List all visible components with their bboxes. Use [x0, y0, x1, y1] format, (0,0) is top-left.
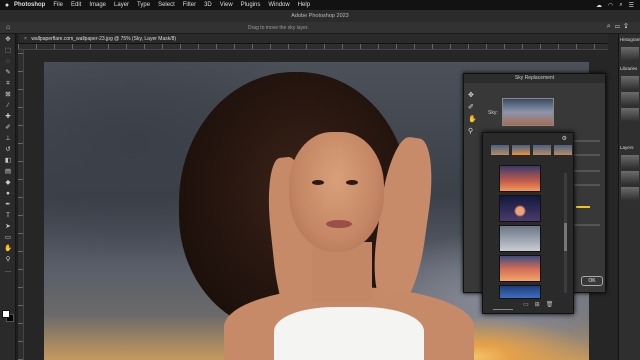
menu-3d[interactable]: 3D: [204, 2, 212, 8]
right-eye: [346, 180, 358, 185]
eraser-tool-icon[interactable]: ◧: [0, 155, 16, 166]
type-tool-icon[interactable]: T: [0, 210, 16, 221]
document-tab[interactable]: × wallpaperflare.com_wallpaper-23.jpg @ …: [18, 34, 608, 44]
zoom-tool-icon[interactable]: ⚲: [468, 126, 478, 138]
sky-label: Sky:: [488, 110, 498, 116]
document-tab-label: wallpaperflare.com_wallpaper-23.jpg @ 75…: [31, 36, 177, 42]
foreground-color-swatch[interactable]: [2, 310, 10, 318]
stamp-tool-icon[interactable]: ⊥: [0, 133, 16, 144]
menu-help[interactable]: Help: [298, 2, 310, 8]
trash-icon[interactable]: 🗑: [546, 302, 560, 308]
sky-category-row: [491, 145, 572, 155]
histogram-label[interactable]: Histogram: [619, 34, 640, 45]
menu-window[interactable]: Window: [268, 2, 289, 8]
home-icon[interactable]: ⌂: [6, 24, 10, 31]
sky-category-thumb[interactable]: [491, 145, 509, 155]
sky-preset-dropdown[interactable]: [502, 98, 554, 126]
wifi-icon[interactable]: ◠: [608, 2, 613, 9]
menu-plugins[interactable]: Plugins: [241, 2, 261, 8]
menu-layer[interactable]: Layer: [114, 2, 129, 8]
face: [289, 132, 384, 252]
shape-tool-icon[interactable]: ▭: [0, 232, 16, 243]
cloud-icon[interactable]: ☁: [596, 2, 602, 9]
menu-app[interactable]: Photoshop: [14, 2, 45, 8]
dialog-title: Sky Replacement: [464, 74, 605, 83]
path-select-tool-icon[interactable]: ➤: [0, 221, 16, 232]
library-item[interactable]: [621, 108, 639, 122]
lips: [326, 220, 352, 228]
eyedropper-tool-icon[interactable]: ⁄: [0, 100, 16, 111]
add-sky-icon[interactable]: ⊞: [535, 302, 546, 308]
move-tool-icon[interactable]: ✥: [0, 34, 16, 45]
left-eye: [312, 180, 324, 185]
pen-tool-icon[interactable]: ✒: [0, 199, 16, 210]
right-panels: Histogram Libraries Layers: [618, 34, 640, 360]
control-center-icon[interactable]: ☰: [629, 2, 634, 9]
crop-tool-icon[interactable]: ⌗: [0, 78, 16, 89]
gallery-scrollbar[interactable]: [564, 173, 567, 293]
sky-preset-sunset[interactable]: [499, 165, 541, 192]
more-tools-icon[interactable]: …: [0, 265, 16, 276]
sky-preset-blue[interactable]: [499, 285, 541, 299]
apple-icon[interactable]: ●: [0, 2, 14, 9]
layer-row[interactable]: [621, 155, 639, 169]
layer-row[interactable]: [621, 171, 639, 185]
sky-category-thumb[interactable]: [533, 145, 551, 155]
workspace-icons[interactable]: ⌕▭⇪: [607, 23, 632, 31]
hand-tool-icon[interactable]: ✋: [0, 243, 16, 254]
lasso-tool-icon[interactable]: ◌: [0, 56, 16, 67]
sky-category-thumb-selected[interactable]: [512, 145, 530, 155]
quick-select-tool-icon[interactable]: ✎: [0, 67, 16, 78]
gallery-actions: ▭⊞🗑: [523, 301, 559, 308]
library-item[interactable]: [621, 92, 639, 106]
menu-edit[interactable]: Edit: [71, 2, 81, 8]
library-item[interactable]: [621, 76, 639, 90]
dodge-tool-icon[interactable]: ●: [0, 188, 16, 199]
sky-preset-cloudy[interactable]: [499, 225, 541, 252]
gear-icon[interactable]: ⚙: [562, 135, 567, 142]
tools-panel: ✥ ⬚ ◌ ✎ ⌗ ⊠ ⁄ ✚ ✐ ⊥ ↺ ◧ ▤ ◆ ● ✒ T ➤ ▭ ✋ …: [0, 34, 16, 360]
marquee-tool-icon[interactable]: ⬚: [0, 45, 16, 56]
menu-type[interactable]: Type: [137, 2, 150, 8]
new-folder-icon[interactable]: ▭: [523, 302, 535, 308]
layer-row[interactable]: [621, 187, 639, 201]
histogram-preview: [621, 47, 639, 61]
thumbnail-size-slider[interactable]: [493, 309, 513, 310]
tool-hint: Drag to move the sky layer.: [248, 25, 309, 31]
sky-category-thumb[interactable]: [554, 145, 572, 155]
search-icon[interactable]: ⌕: [619, 2, 622, 9]
menu-bar: ● Photoshop File Edit Image Layer Type S…: [0, 0, 640, 10]
lighting-slider[interactable]: [576, 206, 590, 208]
blur-tool-icon[interactable]: ◆: [0, 177, 16, 188]
zoom-tool-icon[interactable]: ⚲: [0, 254, 16, 265]
history-brush-icon[interactable]: ↺: [0, 144, 16, 155]
brush-tool-icon[interactable]: ✐: [0, 122, 16, 133]
menu-view[interactable]: View: [220, 2, 233, 8]
healing-tool-icon[interactable]: ✚: [0, 111, 16, 122]
options-bar: ⌂ Drag to move the sky layer. ⌕▭⇪: [0, 22, 640, 34]
ok-button[interactable]: OK: [581, 276, 603, 286]
sky-preset-gallery: ⚙ ▭⊞🗑: [482, 132, 574, 314]
sky-preset-dusk[interactable]: [499, 255, 541, 282]
white-top: [274, 307, 424, 360]
hand-tool-icon[interactable]: ✋: [468, 114, 478, 126]
window-title: Adobe Photoshop 2023: [0, 10, 640, 22]
menu-image[interactable]: Image: [89, 2, 106, 8]
gradient-tool-icon[interactable]: ▤: [0, 166, 16, 177]
frame-tool-icon[interactable]: ⊠: [0, 89, 16, 100]
dialog-tools: ✥ ✐ ✋ ⚲: [468, 90, 478, 138]
libraries-label[interactable]: Libraries: [619, 63, 640, 74]
sky-preset-night[interactable]: [499, 195, 541, 222]
close-icon[interactable]: ×: [24, 36, 27, 42]
menu-filter[interactable]: Filter: [183, 2, 196, 8]
sky-brush-tool-icon[interactable]: ✐: [468, 102, 478, 114]
menu-select[interactable]: Select: [158, 2, 175, 8]
panel-icon-strip: [608, 34, 618, 360]
sky-move-tool-icon[interactable]: ✥: [468, 90, 478, 102]
layers-label[interactable]: Layers: [619, 142, 640, 153]
menu-file[interactable]: File: [53, 2, 63, 8]
